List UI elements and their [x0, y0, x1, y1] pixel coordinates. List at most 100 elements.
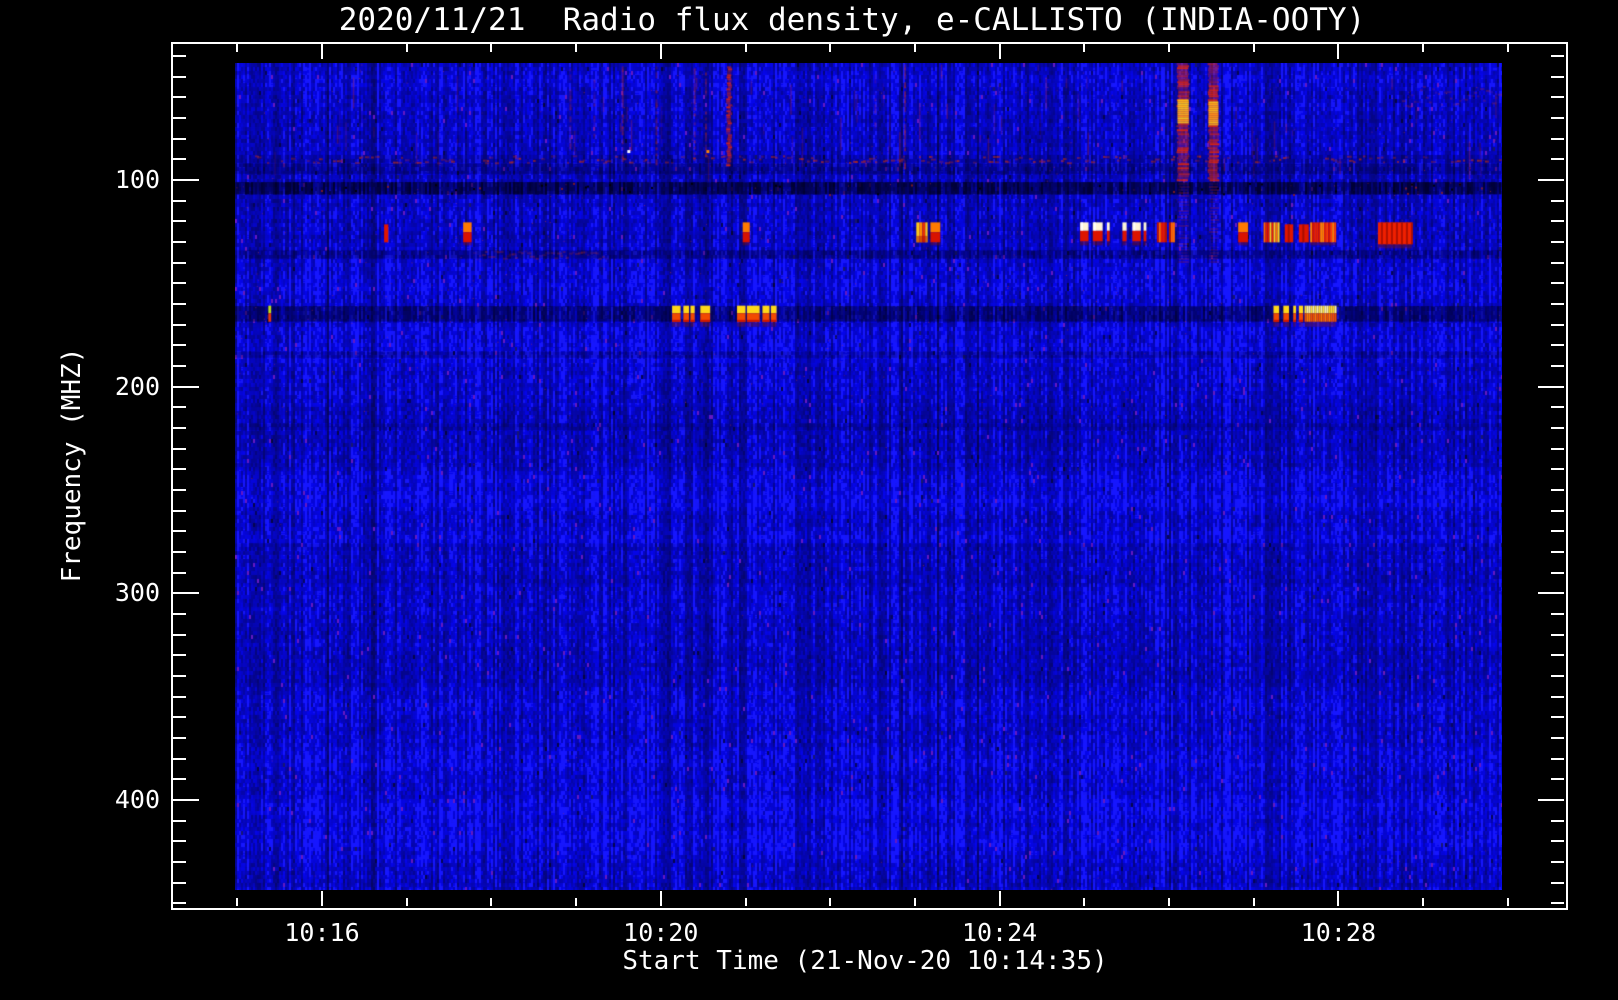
- y-minor-tick-right: [1551, 551, 1564, 553]
- chart-title: 2020/11/21 Radio flux density, e-CALLIST…: [338, 2, 1366, 38]
- x-minor-tick-top: [405, 44, 408, 52]
- x-minor-tick: [744, 898, 747, 906]
- x-minor-tick-top: [913, 44, 916, 52]
- y-minor-tick: [173, 489, 186, 491]
- y-tick-label: 100: [114, 165, 160, 194]
- x-minor-tick: [829, 898, 832, 906]
- y-minor-tick-right: [1551, 365, 1564, 367]
- spectrogram-figure: 2020/11/21 Radio flux density, e-CALLIST…: [0, 0, 1618, 1000]
- y-minor-tick-right: [1551, 344, 1564, 347]
- y-minor-tick-right: [1551, 427, 1564, 429]
- y-minor-tick-right: [1551, 282, 1564, 285]
- y-axis-title: Frequency (MHZ): [57, 347, 87, 583]
- y-minor-tick: [173, 633, 186, 636]
- x-major-tick: [1337, 891, 1340, 906]
- x-minor-tick: [405, 898, 408, 906]
- y-minor-tick-right: [1551, 509, 1564, 512]
- x-minor-tick-top: [1252, 44, 1255, 52]
- y-minor-tick: [173, 613, 186, 615]
- x-minor-tick: [1252, 898, 1255, 906]
- y-tick-label: 400: [114, 785, 160, 814]
- y-minor-tick: [173, 468, 186, 471]
- y-minor-tick-right: [1551, 116, 1564, 119]
- y-minor-tick: [173, 757, 186, 760]
- y-minor-tick: [173, 427, 186, 429]
- x-tick-label: 10:28: [1300, 918, 1377, 947]
- x-minor-tick-top: [236, 44, 239, 52]
- x-minor-tick: [490, 898, 493, 906]
- y-minor-tick-right: [1551, 902, 1564, 905]
- y-tick-label: 200: [114, 371, 160, 401]
- y-minor-tick: [173, 675, 186, 677]
- y-minor-tick: [173, 199, 186, 202]
- y-major-tick: [173, 799, 199, 801]
- y-minor-tick: [173, 447, 186, 450]
- y-minor-tick: [173, 158, 186, 161]
- spectrogram-canvas: [235, 63, 1502, 890]
- x-minor-tick-top: [744, 44, 747, 52]
- y-minor-tick: [173, 861, 186, 863]
- y-minor-tick-right: [1551, 406, 1564, 409]
- x-major-tick-top: [321, 44, 323, 59]
- y-minor-tick: [173, 241, 186, 243]
- y-minor-tick: [173, 96, 186, 99]
- y-minor-tick: [173, 530, 186, 533]
- y-minor-tick-right: [1551, 757, 1564, 760]
- y-minor-tick-right: [1551, 137, 1564, 140]
- y-minor-tick-right: [1551, 158, 1564, 161]
- y-minor-tick-right: [1551, 54, 1564, 57]
- y-minor-tick-right: [1551, 220, 1564, 223]
- y-minor-tick-right: [1551, 468, 1564, 471]
- y-minor-tick: [173, 323, 186, 326]
- y-minor-tick-right: [1551, 571, 1564, 574]
- y-minor-tick: [173, 54, 186, 57]
- x-minor-tick-top: [575, 44, 578, 52]
- y-major-tick-right: [1538, 799, 1564, 801]
- y-minor-tick: [173, 695, 186, 698]
- y-major-tick: [173, 179, 199, 181]
- y-minor-tick: [173, 261, 186, 264]
- y-minor-tick-right: [1551, 654, 1564, 657]
- y-minor-tick: [173, 819, 186, 822]
- x-minor-tick-top: [1083, 44, 1086, 52]
- y-minor-tick: [173, 303, 186, 305]
- y-minor-tick: [173, 840, 186, 843]
- y-minor-tick-right: [1551, 75, 1564, 78]
- y-minor-tick: [173, 509, 186, 512]
- y-minor-tick: [173, 551, 186, 553]
- y-minor-tick: [173, 406, 186, 409]
- y-minor-tick: [173, 282, 186, 285]
- y-minor-tick-right: [1551, 96, 1564, 99]
- x-major-tick: [998, 891, 1001, 906]
- y-major-tick-right: [1538, 592, 1564, 595]
- y-major-tick-right: [1538, 179, 1564, 181]
- y-minor-tick-right: [1551, 241, 1564, 243]
- x-tick-label: 10:20: [623, 918, 699, 947]
- y-minor-tick-right: [1551, 447, 1564, 450]
- y-minor-tick-right: [1551, 261, 1564, 264]
- x-minor-tick: [236, 898, 239, 906]
- y-minor-tick: [173, 220, 186, 223]
- y-minor-tick: [173, 654, 186, 657]
- y-minor-tick: [173, 75, 186, 78]
- y-minor-tick: [173, 737, 186, 739]
- y-minor-tick-right: [1551, 881, 1564, 884]
- x-minor-tick: [1083, 898, 1086, 906]
- y-minor-tick-right: [1551, 737, 1564, 739]
- y-minor-tick: [173, 344, 186, 347]
- y-minor-tick-right: [1551, 695, 1564, 698]
- x-minor-tick: [1506, 898, 1509, 906]
- y-major-tick: [173, 385, 199, 388]
- x-minor-tick: [1422, 898, 1425, 906]
- y-minor-tick: [173, 716, 186, 719]
- x-major-tick: [659, 891, 662, 906]
- y-minor-tick-right: [1551, 530, 1564, 533]
- y-minor-tick-right: [1551, 633, 1564, 636]
- y-minor-tick-right: [1551, 323, 1564, 326]
- x-minor-tick-top: [1168, 44, 1170, 52]
- x-minor-tick-top: [829, 44, 832, 52]
- y-minor-tick-right: [1551, 303, 1564, 305]
- y-minor-tick-right: [1551, 199, 1564, 202]
- x-major-tick: [321, 891, 323, 906]
- y-minor-tick: [173, 881, 186, 884]
